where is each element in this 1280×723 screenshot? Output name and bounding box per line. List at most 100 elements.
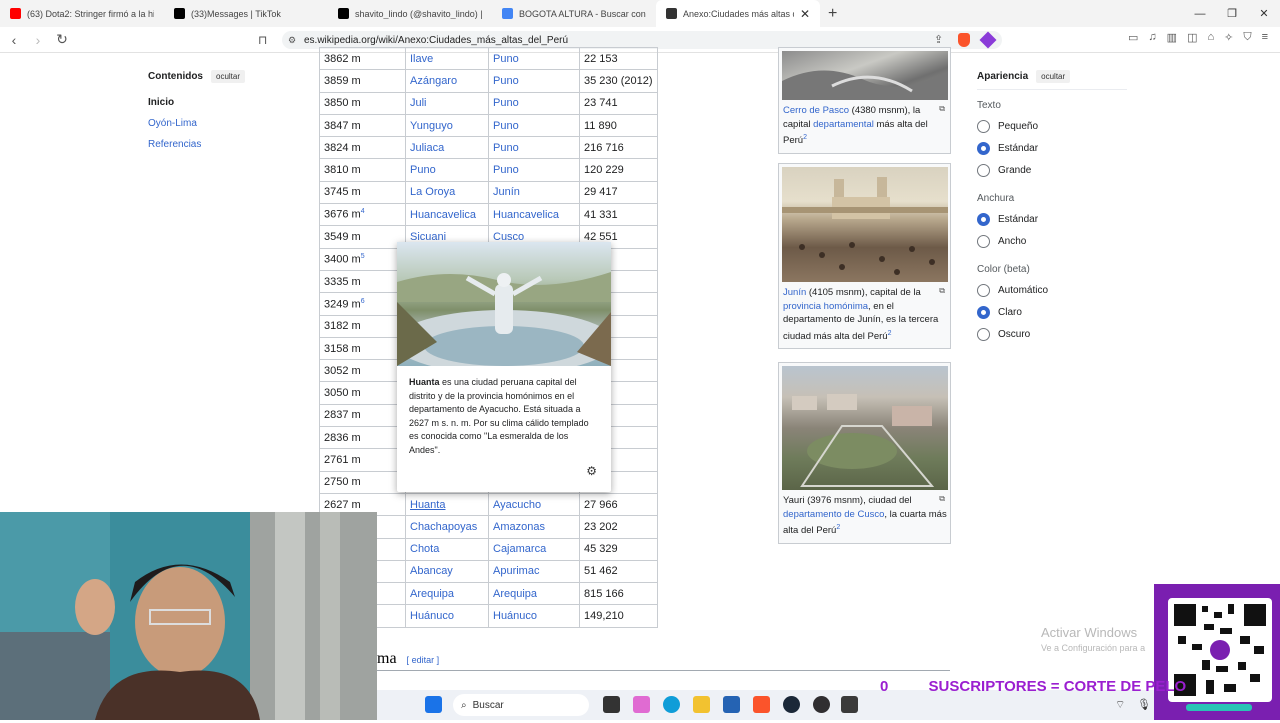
radio-button[interactable]	[977, 306, 990, 319]
department-link[interactable]: Puno	[493, 142, 519, 154]
share-icon[interactable]: ⇪	[934, 33, 943, 46]
enlarge-icon[interactable]: ⧉	[939, 102, 945, 116]
width-option[interactable]: Estándar	[977, 213, 1127, 226]
city-link[interactable]: Arequipa	[410, 588, 454, 600]
department-link[interactable]: Amazonas	[493, 521, 545, 533]
store-icon[interactable]	[723, 696, 740, 713]
radio-button[interactable]	[977, 328, 990, 341]
panel-icon[interactable]: ▥	[1167, 31, 1177, 49]
color-option[interactable]: Claro	[977, 306, 1127, 319]
media-icon[interactable]: ♫	[1148, 31, 1156, 49]
department-link[interactable]: Puno	[493, 120, 519, 132]
browser-tab[interactable]: shavito_lindo (@shavito_lindo) | TikTo	[328, 0, 492, 27]
city-link[interactable]: Ilave	[410, 53, 433, 65]
city-link[interactable]: Juli	[410, 97, 427, 109]
shield-icon[interactable]: ⛉	[1243, 31, 1251, 49]
department-link[interactable]: Puno	[493, 97, 519, 109]
microphone-icon[interactable]: 🎙	[1137, 698, 1151, 711]
junin-image[interactable]	[782, 167, 948, 282]
toc-item-oyon-lima[interactable]: Oyón-Lima	[148, 118, 298, 129]
cerro-de-pasco-link[interactable]: Cerro de Pasco	[783, 105, 849, 116]
ref-sup[interactable]: 5	[361, 253, 365, 260]
browser-tab[interactable]: Anexo:Ciudades más altas del Pe ✕	[656, 0, 820, 27]
new-tab-icon[interactable]: +	[828, 5, 837, 23]
yauri-image[interactable]	[782, 366, 948, 490]
city-link[interactable]: Puno	[410, 164, 436, 176]
windows-start-icon[interactable]	[425, 696, 442, 713]
department-link[interactable]: Puno	[493, 75, 519, 87]
text-size-option[interactable]: Grande	[977, 164, 1127, 177]
menu-icon[interactable]: ≡	[1262, 31, 1268, 49]
department-link[interactable]: Puno	[493, 164, 519, 176]
section-edit-link[interactable]: editar	[412, 655, 435, 665]
city-link[interactable]: Huanta	[410, 499, 445, 511]
radio-button[interactable]	[977, 284, 990, 297]
department-link[interactable]: Puno	[493, 53, 519, 65]
edge-icon[interactable]	[663, 696, 680, 713]
enlarge-icon[interactable]: ⧉	[939, 284, 945, 298]
city-link[interactable]: Huancavelica	[410, 209, 476, 221]
radio-button[interactable]	[977, 142, 990, 155]
minimize-icon[interactable]: —	[1184, 0, 1216, 27]
ref-sup[interactable]: 2	[803, 134, 807, 141]
provincia-homonima-link[interactable]: provincia homónima	[783, 301, 868, 312]
wallet-icon[interactable]: ◫	[1187, 31, 1197, 49]
ref-sup[interactable]: 2	[888, 330, 892, 337]
radio-button[interactable]	[977, 213, 990, 226]
vpn-icon[interactable]: ⌂	[1207, 31, 1214, 49]
maximize-icon[interactable]: ❐	[1216, 0, 1248, 27]
toc-hide-button[interactable]: ocultar	[211, 70, 246, 83]
obs-icon[interactable]	[813, 696, 830, 713]
copilot-icon[interactable]	[633, 696, 650, 713]
text-size-option[interactable]: Estándar	[977, 142, 1127, 155]
bookmark-icon[interactable]: ⊓	[258, 33, 267, 47]
enlarge-icon[interactable]: ⧉	[939, 492, 945, 506]
ref-sup[interactable]: 6	[361, 298, 365, 305]
browser-tab[interactable]: BOGOTA ALTURA - Buscar con Goog	[492, 0, 656, 27]
city-link[interactable]: Abancay	[410, 565, 453, 577]
toc-item-referencias[interactable]: Referencias	[148, 139, 298, 150]
toc-item-inicio[interactable]: Inicio	[148, 97, 298, 108]
huanta-preview-image[interactable]	[397, 242, 611, 366]
browser-tab[interactable]: (33)Messages | TikTok	[164, 0, 328, 27]
close-window-icon[interactable]: ✕	[1248, 0, 1280, 27]
department-link[interactable]: Arequipa	[493, 588, 537, 600]
appearance-hide-button[interactable]: ocultar	[1036, 70, 1071, 83]
site-info-icon[interactable]: ⚙	[288, 35, 296, 46]
network-icon[interactable]: ⌔	[1115, 698, 1125, 712]
department-link[interactable]: Huánuco	[493, 610, 537, 622]
sidebar-icon[interactable]: ▭	[1128, 31, 1138, 49]
leo-icon[interactable]: ✧	[1224, 31, 1233, 49]
file-explorer-icon[interactable]	[693, 696, 710, 713]
reload-icon[interactable]: ↻	[52, 31, 72, 48]
department-link[interactable]: Cajamarca	[493, 543, 546, 555]
departamental-link[interactable]: departamental	[813, 119, 874, 130]
gear-icon[interactable]: ⚙	[586, 464, 597, 478]
radio-button[interactable]	[977, 120, 990, 133]
brave-icon[interactable]	[753, 696, 770, 713]
department-link[interactable]: Ayacucho	[493, 499, 541, 511]
departamento-de-cusco-link[interactable]: departamento de Cusco	[783, 509, 884, 520]
brave-shield-icon[interactable]	[958, 32, 970, 47]
radio-button[interactable]	[977, 235, 990, 248]
department-link[interactable]: Apurimac	[493, 565, 539, 577]
steam-icon[interactable]	[783, 696, 800, 713]
text-size-option[interactable]: Pequeño	[977, 120, 1127, 133]
color-option[interactable]: Oscuro	[977, 328, 1127, 341]
taskbar-search[interactable]: ⌕ Buscar	[453, 694, 589, 716]
color-option[interactable]: Automático	[977, 284, 1127, 297]
city-link[interactable]: Azángaro	[410, 75, 457, 87]
forward-icon[interactable]: ›	[28, 32, 48, 48]
cerro-de-pasco-image[interactable]	[782, 51, 948, 100]
city-link[interactable]: Chachapoyas	[410, 521, 477, 533]
city-link[interactable]: Huánuco	[410, 610, 454, 622]
ref-sup[interactable]: 2	[836, 524, 840, 531]
task-view-icon[interactable]	[603, 696, 620, 713]
city-link[interactable]: Chota	[410, 543, 439, 555]
back-icon[interactable]: ‹	[4, 32, 24, 48]
city-link[interactable]: Yunguyo	[410, 120, 453, 132]
city-link[interactable]: Juliaca	[410, 142, 444, 154]
browser-tab[interactable]: (63) Dota2: Stringer firmó a la hija de	[0, 0, 164, 27]
close-tab-icon[interactable]: ✕	[800, 7, 810, 21]
ref-sup[interactable]: 4	[361, 208, 365, 215]
